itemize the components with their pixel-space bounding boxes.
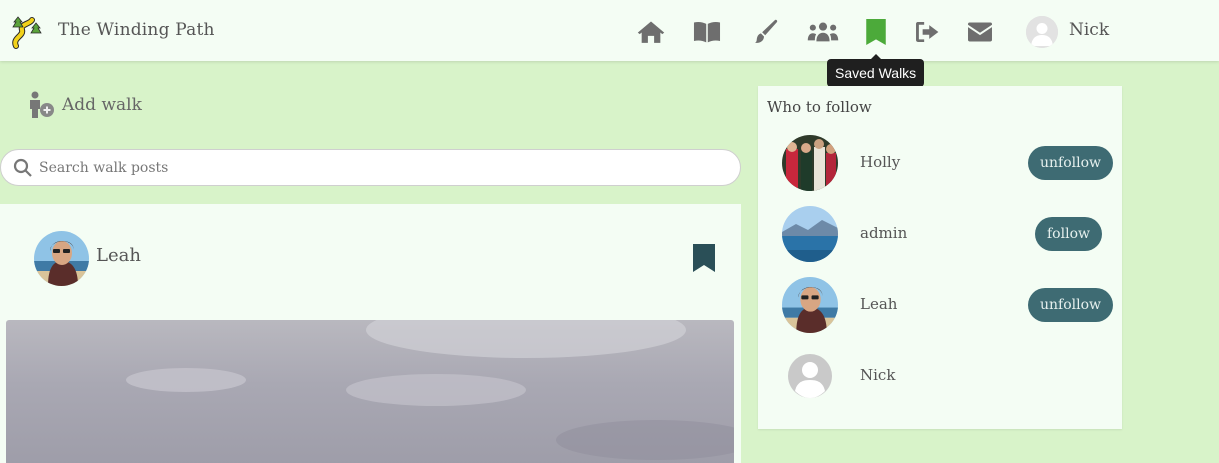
user-avatar[interactable] bbox=[782, 135, 838, 191]
paintbrush-icon[interactable] bbox=[750, 17, 780, 47]
bookmark-icon[interactable] bbox=[693, 244, 715, 272]
search-input[interactable] bbox=[39, 159, 699, 176]
follow-user-name[interactable]: Leah bbox=[860, 295, 897, 313]
book-icon[interactable] bbox=[692, 17, 722, 47]
who-to-follow-panel: Who to follow Holly unfollow admin follo… bbox=[758, 86, 1122, 429]
saved-walks-tooltip: Saved Walks bbox=[827, 54, 925, 87]
follow-button[interactable]: follow bbox=[1035, 217, 1102, 251]
user-avatar[interactable] bbox=[782, 206, 838, 262]
envelope-icon[interactable] bbox=[965, 17, 995, 47]
add-walk-label: Add walk bbox=[62, 95, 142, 115]
follow-list-item: Nick bbox=[758, 348, 1122, 404]
brand-title[interactable]: The Winding Path bbox=[58, 20, 215, 40]
who-to-follow-title: Who to follow bbox=[767, 98, 872, 116]
user-name[interactable]: Nick bbox=[1069, 20, 1109, 40]
follow-list-item: Leah unfollow bbox=[758, 277, 1122, 333]
user-avatar[interactable] bbox=[782, 348, 838, 404]
follow-list-item: Holly unfollow bbox=[758, 135, 1122, 191]
bookmark-icon[interactable] bbox=[861, 17, 891, 47]
top-navbar: The Winding Path Nick bbox=[0, 0, 1219, 61]
follow-user-name[interactable]: Nick bbox=[860, 366, 895, 384]
sign-out-icon[interactable] bbox=[912, 17, 942, 47]
user-avatar[interactable] bbox=[782, 277, 838, 333]
follow-list-item: admin follow bbox=[758, 206, 1122, 262]
add-walk-button[interactable]: Add walk bbox=[26, 90, 142, 120]
follow-user-name[interactable]: Holly bbox=[860, 153, 900, 171]
home-icon[interactable] bbox=[636, 17, 666, 47]
post-author-avatar[interactable] bbox=[34, 231, 89, 286]
follow-user-name[interactable]: admin bbox=[860, 224, 907, 242]
winding-path-logo[interactable] bbox=[10, 16, 42, 50]
user-avatar[interactable] bbox=[1026, 16, 1058, 48]
unfollow-button[interactable]: unfollow bbox=[1028, 288, 1114, 322]
post-author-name[interactable]: Leah bbox=[96, 245, 141, 266]
search-icon bbox=[13, 158, 32, 177]
unfollow-button[interactable]: unfollow bbox=[1028, 146, 1114, 180]
search-bar bbox=[0, 149, 741, 186]
walk-post-card: Leah bbox=[0, 204, 741, 463]
add-person-icon bbox=[30, 91, 54, 118]
users-icon[interactable] bbox=[806, 17, 840, 47]
walk-post-image[interactable] bbox=[6, 320, 734, 463]
